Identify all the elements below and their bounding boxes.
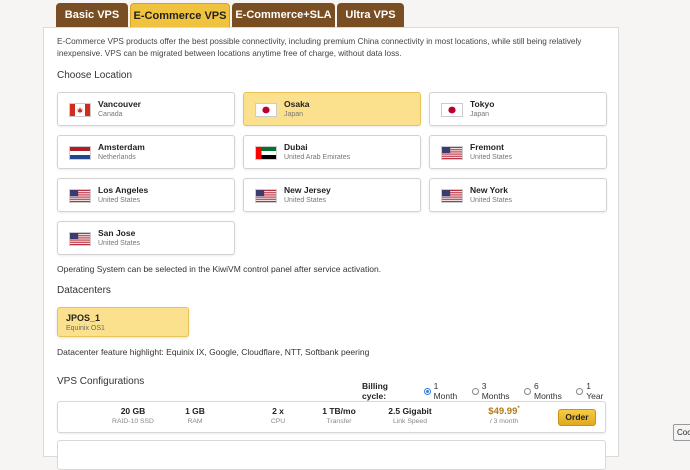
location-city: Tokyo [470, 99, 495, 109]
netherlands-flag-icon [69, 146, 91, 160]
location-new-jersey[interactable]: New Jersey United States [243, 178, 421, 212]
location-country: Japan [470, 111, 490, 118]
plan-cpu: 2 x CPU [258, 406, 298, 425]
plan-link-value: 2.5 Gigabit [388, 406, 432, 416]
location-osaka[interactable]: Osaka Japan [243, 92, 421, 126]
billing-cycle-label: Billing cycle: [362, 381, 388, 401]
billing-option-label: 1 Year [586, 381, 604, 401]
plan-price: $49.99* / 3 month [479, 406, 529, 425]
us-flag-icon [69, 232, 91, 246]
location-city: San Jose [98, 228, 136, 238]
location-fremont[interactable]: Fremont United States [429, 135, 607, 169]
intro-text: E-Commerce VPS products offer the best p… [57, 37, 582, 58]
datacenter-highlight: Datacenter feature highlight: Equinix IX… [57, 347, 370, 357]
plan-link: 2.5 Gigabit Link Speed [375, 406, 445, 425]
location-country: United Arab Emirates [284, 154, 351, 161]
location-country: Japan [284, 111, 304, 118]
datacenter-jpos1[interactable]: JPOS_1 Equinix OS1 [57, 307, 189, 337]
plan-price-value: $49.99 [488, 406, 518, 418]
location-city: Vancouver [98, 99, 141, 109]
plan-ram-value: 1 GB [185, 406, 205, 416]
plan-transfer-label: Transfer [326, 418, 352, 425]
location-vancouver[interactable]: Vancouver Canada [57, 92, 235, 126]
us-flag-icon [441, 146, 463, 160]
billing-cycle: Billing cycle: 1 Month 3 Months 6 Months… [362, 381, 618, 401]
radio-icon[interactable] [576, 387, 584, 395]
location-city: New Jersey [284, 185, 331, 195]
billing-option-1-month[interactable]: 1 Month [423, 381, 464, 401]
location-san-jose[interactable]: San Jose United States [57, 221, 235, 255]
product-tabs: Basic VPS E-Commerce VPS E-Commerce+SLA … [56, 3, 404, 27]
location-city: New York [470, 185, 508, 195]
plan-price-mark: * [517, 406, 520, 412]
product-panel: E-Commerce VPS products offer the best p… [43, 27, 619, 470]
order-button[interactable]: Order [558, 409, 596, 426]
plan-transfer: 1 TB/mo Transfer [309, 406, 369, 425]
billing-option-label: 1 Month [433, 381, 458, 401]
location-country: United States [470, 197, 513, 204]
location-dubai[interactable]: Dubai United Arab Emirates [243, 135, 421, 169]
location-new-york[interactable]: New York United States [429, 178, 607, 212]
location-city: Amsterdam [98, 142, 145, 152]
choose-location-title: Choose Location [57, 70, 133, 81]
vps-configurations-title: VPS Configurations [57, 376, 145, 387]
canada-flag-icon [69, 103, 91, 117]
tab-basic-vps[interactable]: Basic VPS [56, 3, 128, 27]
radio-icon[interactable] [471, 387, 479, 395]
uae-flag-icon [255, 146, 277, 160]
plan-price-period: / 3 month [489, 418, 519, 426]
billing-option-label: 6 Months [533, 381, 562, 401]
us-flag-icon [69, 189, 91, 203]
plan-row-next [57, 440, 606, 470]
plan-cpu-value: 2 x [272, 406, 284, 416]
location-city: Los Angeles [98, 185, 149, 195]
location-country: United States [98, 197, 141, 204]
tab-ecommerce-sla[interactable]: E-Commerce+SLA [232, 3, 335, 27]
plan-transfer-value: 1 TB/mo [322, 406, 356, 416]
radio-icon[interactable] [423, 387, 431, 395]
location-city: Osaka [284, 99, 310, 109]
plan-ram-label: RAM [187, 418, 203, 425]
plan-link-label: Link Speed [392, 418, 427, 425]
tab-ecommerce-vps[interactable]: E-Commerce VPS [130, 3, 230, 27]
location-country: United States [470, 154, 513, 161]
location-country: United States [284, 197, 327, 204]
plan-cpu-label: CPU [270, 418, 286, 425]
plan-storage-label: RAID-10 SSD [112, 418, 154, 425]
location-amsterdam[interactable]: Amsterdam Netherlands [57, 135, 235, 169]
location-country: United States [98, 240, 141, 247]
location-country: Netherlands [98, 154, 136, 161]
os-note: Operating System can be selected in the … [57, 264, 382, 274]
us-flag-icon [255, 189, 277, 203]
plan-ram: 1 GB RAM [170, 406, 220, 425]
location-tokyo[interactable]: Tokyo Japan [429, 92, 607, 126]
plan-storage: 20 GB RAID-10 SSD [98, 406, 168, 425]
billing-option-label: 3 Months [481, 381, 510, 401]
plan-storage-value: 20 GB [120, 406, 146, 416]
location-country: Canada [98, 111, 123, 118]
billing-option-1-year[interactable]: 1 Year [576, 381, 610, 401]
billing-option-6-months[interactable]: 6 Months [524, 381, 568, 401]
location-city: Fremont [470, 142, 504, 152]
plan-row: 20 GB RAID-10 SSD 1 GB RAM 2 x CPU 1 TB/… [57, 401, 606, 433]
japan-flag-icon [441, 103, 463, 117]
billing-option-3-months[interactable]: 3 Months [471, 381, 516, 401]
japan-flag-icon [255, 103, 277, 117]
datacenter-desc: Equinix OS1 [66, 325, 105, 332]
datacenter-name: JPOS_1 [66, 313, 101, 323]
datacenters-title: Datacenters [57, 285, 111, 296]
location-los-angeles[interactable]: Los Angeles United States [57, 178, 235, 212]
us-flag-icon [441, 189, 463, 203]
radio-icon[interactable] [524, 387, 531, 395]
tab-ultra-vps[interactable]: Ultra VPS [337, 3, 404, 27]
cookie-button[interactable]: Coo [673, 424, 690, 441]
location-city: Dubai [284, 142, 308, 152]
